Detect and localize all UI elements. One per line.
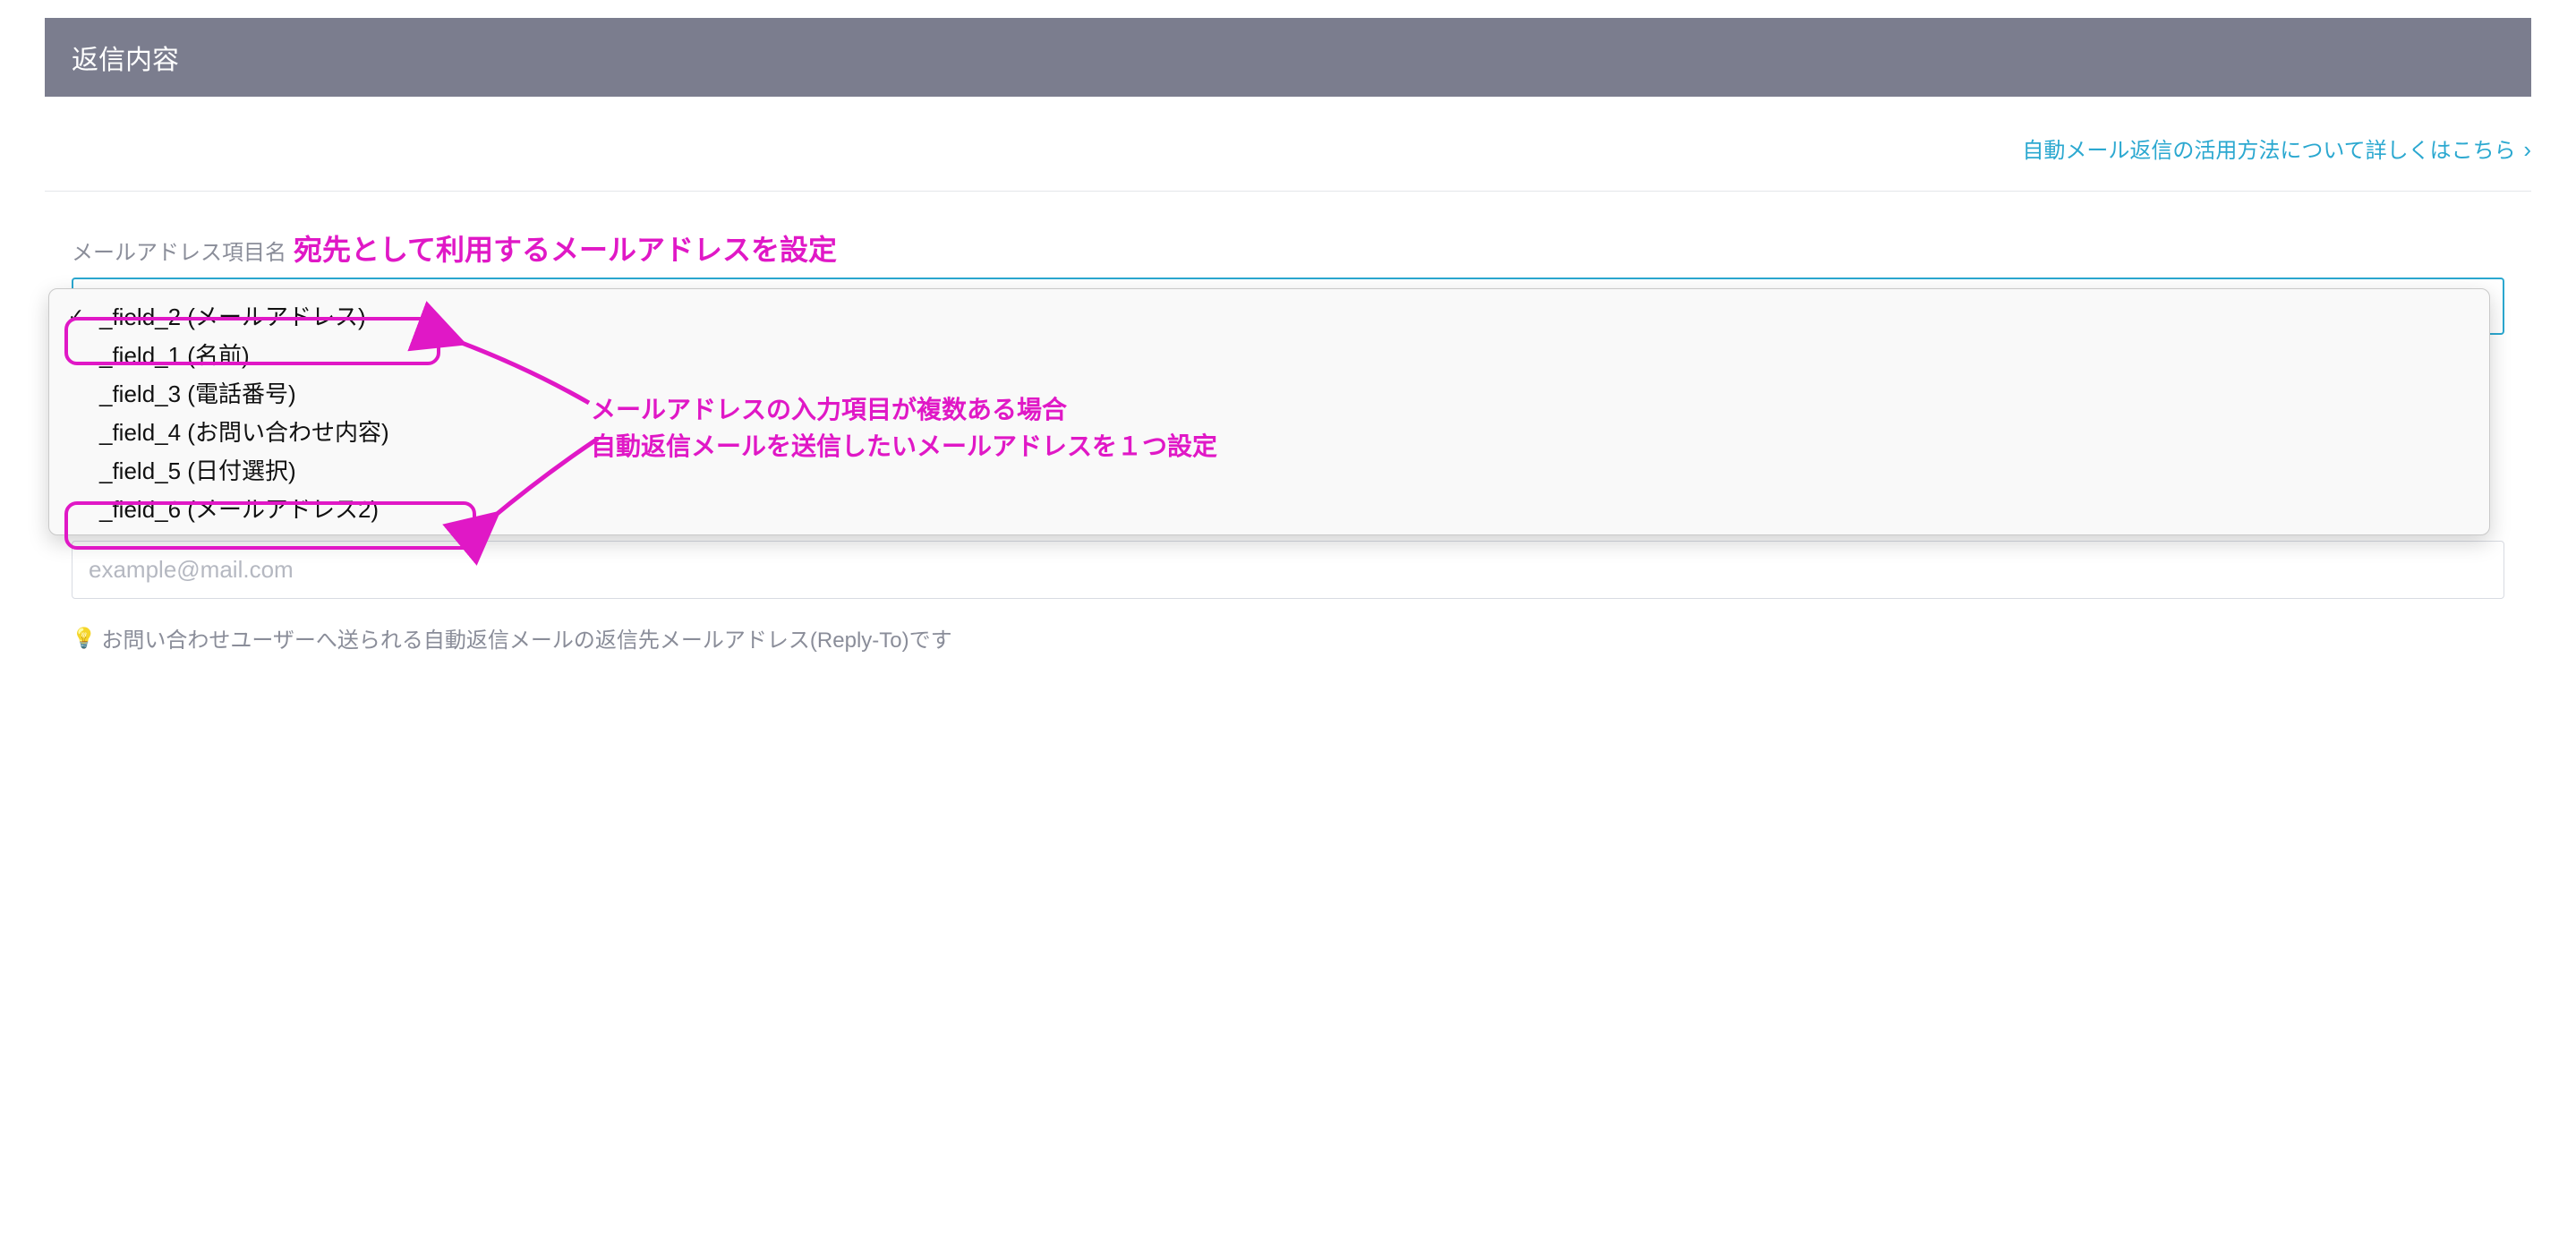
option-label: _field_4 (お問い合わせ内容) bbox=[96, 414, 389, 448]
divider bbox=[45, 191, 2531, 192]
dropdown-option[interactable]: _field_3 (電話番号) bbox=[49, 373, 2489, 412]
section-header: 返信内容 bbox=[45, 18, 2531, 97]
dropdown-option[interactable]: _field_1 (名前) bbox=[49, 335, 2489, 373]
dropdown-menu[interactable]: ✓ _field_2 (メールアドレス) _field_1 (名前) _fiel… bbox=[48, 288, 2490, 535]
help-link-text: 自動メール返信の活用方法について詳しくはこちら bbox=[2022, 139, 2515, 163]
field-label: メールアドレス項目名 bbox=[72, 235, 286, 266]
annotation-desc-line2: 自動返信メールを送信したいメールアドレスを１つ設定 bbox=[591, 429, 1217, 466]
lightbulb-icon: 💡 bbox=[72, 627, 96, 650]
below-section: example@mail.com 💡 お問い合わせユーザーへ送られる自動返信メー… bbox=[45, 551, 2531, 654]
dropdown-wrap: ⌄ ✓ _field_2 (メールアドレス) _field_1 (名前) _fi… bbox=[72, 278, 2504, 525]
help-link[interactable]: 自動メール返信の活用方法について詳しくはこちら › bbox=[2022, 139, 2531, 163]
option-label: _field_5 (日付選択) bbox=[96, 453, 296, 486]
chevron-right-icon: › bbox=[2523, 136, 2531, 163]
option-label: _field_2 (メールアドレス) bbox=[96, 299, 366, 332]
annotation-desc-line1: メールアドレスの入力項目が複数ある場合 bbox=[591, 392, 1217, 429]
dropdown-option[interactable]: ✓ _field_2 (メールアドレス) bbox=[49, 296, 2489, 335]
option-label: _field_3 (電話番号) bbox=[96, 376, 296, 409]
annotation-title: 宛先として利用するメールアドレスを設定 bbox=[294, 227, 837, 269]
content-area: メールアドレス項目名 宛先として利用するメールアドレスを設定 ⌄ ✓ _fiel… bbox=[45, 227, 2531, 525]
hint-text: お問い合わせユーザーへ送られる自動返信メールの返信先メールアドレス(Reply-… bbox=[101, 622, 951, 654]
section-title: 返信内容 bbox=[72, 46, 179, 75]
check-icon: ✓ bbox=[65, 304, 87, 328]
hint-row: 💡 お問い合わせユーザーへ送られる自動返信メールの返信先メールアドレス(Repl… bbox=[72, 622, 2504, 654]
help-link-row: 自動メール返信の活用方法について詳しくはこちら › bbox=[45, 124, 2531, 191]
dropdown-option[interactable]: _field_6 (メールアドレス2) bbox=[49, 489, 2489, 527]
dropdown-option[interactable]: _field_4 (お問い合わせ内容) bbox=[49, 412, 2489, 450]
dropdown-option[interactable]: _field_5 (日付選択) bbox=[49, 450, 2489, 489]
annotation-description: メールアドレスの入力項目が複数ある場合 自動返信メールを送信したいメールアドレス… bbox=[591, 392, 1217, 465]
reply-to-input[interactable]: example@mail.com bbox=[72, 541, 2504, 599]
label-row: メールアドレス項目名 宛先として利用するメールアドレスを設定 bbox=[72, 227, 2504, 269]
reply-to-placeholder: example@mail.com bbox=[89, 556, 294, 583]
option-label: _field_6 (メールアドレス2) bbox=[96, 491, 379, 525]
option-label: _field_1 (名前) bbox=[96, 338, 250, 371]
